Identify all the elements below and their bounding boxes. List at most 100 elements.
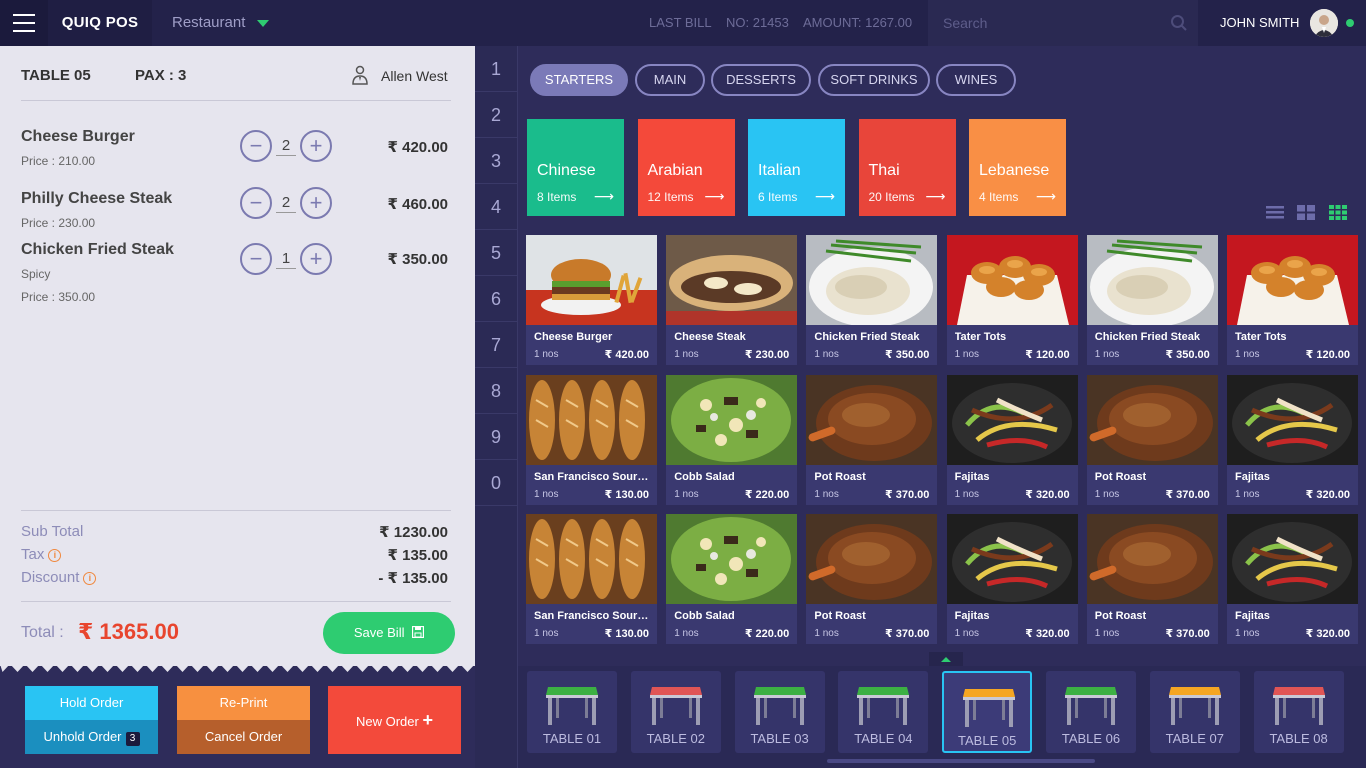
product-name: Fajitas xyxy=(1235,470,1270,483)
table-table-04[interactable]: TABLE 04 xyxy=(838,671,929,753)
increase-qty-button[interactable]: + xyxy=(300,130,332,162)
product-card[interactable]: Pot Roast 1 nos ₹ 370.00 xyxy=(1086,514,1218,644)
chevron-up-icon[interactable] xyxy=(929,652,963,666)
product-card[interactable]: Pot Roast 1 nos ₹ 370.00 xyxy=(806,374,938,505)
table-table-01[interactable]: TABLE 01 xyxy=(527,671,617,753)
tab-main[interactable]: MAIN xyxy=(635,64,705,96)
product-card[interactable]: Fajitas 1 nos ₹ 320.00 xyxy=(1227,514,1358,644)
arrow-right-icon: ⟶ xyxy=(704,188,725,204)
arrow-right-icon: ⟶ xyxy=(593,188,614,204)
cancel-order-button[interactable]: Cancel Order xyxy=(177,720,310,754)
table-table-03[interactable]: TABLE 03 xyxy=(734,671,825,753)
product-price: ₹ 220.00 xyxy=(744,628,790,640)
tables-scrollbar[interactable] xyxy=(827,759,1095,763)
tab-starters[interactable]: STARTERS xyxy=(530,64,628,96)
cuisine-tile-thai[interactable]: Thai 20 Items ⟶ xyxy=(858,119,956,216)
total-value: ₹ 1365.00 xyxy=(78,619,179,644)
increase-qty-button[interactable]: + xyxy=(300,243,332,275)
product-card[interactable]: Fajitas 1 nos ₹ 320.00 xyxy=(946,374,1078,505)
numpad-key-2[interactable]: 2 xyxy=(475,92,517,138)
search-input[interactable] xyxy=(943,12,1163,34)
product-qty: 1 nos xyxy=(954,488,980,500)
tab-desserts[interactable]: DESSERTS xyxy=(711,64,811,96)
cuisine-name: Thai xyxy=(868,162,900,179)
product-image xyxy=(946,374,1078,465)
small-grid-view-icon[interactable] xyxy=(1329,205,1347,220)
product-card[interactable]: Chicken Fried Steak 1 nos ₹ 350.00 xyxy=(1086,235,1218,365)
tab-soft-drinks[interactable]: SOFT DRINKS xyxy=(818,64,930,96)
decrease-qty-button[interactable]: − xyxy=(240,243,272,275)
save-bill-button[interactable]: Save Bill xyxy=(323,612,455,654)
list-view-icon[interactable] xyxy=(1266,205,1284,220)
product-card[interactable]: Chicken Fried Steak 1 nos ₹ 350.00 xyxy=(806,235,938,365)
product-card[interactable]: Fajitas 1 nos ₹ 320.00 xyxy=(946,514,1078,644)
large-grid-view-icon[interactable] xyxy=(1297,205,1315,220)
numpad-key-6[interactable]: 6 xyxy=(475,276,517,322)
numpad-key-9[interactable]: 9 xyxy=(475,414,517,460)
numpad-key-8[interactable]: 8 xyxy=(475,368,517,414)
product-card[interactable]: Cheese Burger 1 nos ₹ 420.00 xyxy=(526,235,657,365)
product-card[interactable]: Cheese Steak 1 nos ₹ 230.00 xyxy=(666,235,798,365)
numpad-key-5[interactable]: 5 xyxy=(475,230,517,276)
table-table-08[interactable]: TABLE 08 xyxy=(1253,671,1344,753)
product-image xyxy=(946,235,1078,325)
table-table-07[interactable]: TABLE 07 xyxy=(1149,671,1240,753)
product-image xyxy=(1227,514,1358,604)
qty-value[interactable]: 2 xyxy=(276,137,296,156)
search-box xyxy=(928,0,1198,46)
cuisine-tile-lebanese[interactable]: Lebanese 4 Items ⟶ xyxy=(969,119,1066,216)
table-icon xyxy=(649,687,702,725)
product-name: Cheese Steak xyxy=(674,331,746,343)
numpad-key-7[interactable]: 7 xyxy=(475,322,517,368)
decrease-qty-button[interactable]: − xyxy=(240,187,272,219)
hold-order-button[interactable]: Hold Order xyxy=(25,686,158,720)
numpad-key-4[interactable]: 4 xyxy=(475,184,517,230)
info-icon[interactable]: i xyxy=(48,549,62,562)
product-name: Chicken Fried Steak xyxy=(1094,331,1200,343)
product-image xyxy=(1086,235,1218,325)
user-name[interactable]: JOHN SMITH xyxy=(1220,0,1299,46)
online-status-dot xyxy=(1346,19,1354,27)
cuisine-tile-italian[interactable]: Italian 6 Items ⟶ xyxy=(748,119,845,216)
cuisine-tile-arabian[interactable]: Arabian 12 Items ⟶ xyxy=(637,119,735,216)
decrease-qty-button[interactable]: − xyxy=(240,130,272,162)
product-card[interactable]: San Francisco Sourdough 1 nos ₹ 130.00 xyxy=(526,514,657,644)
product-card[interactable]: Pot Roast 1 nos ₹ 370.00 xyxy=(1086,374,1218,505)
product-card[interactable]: Cobb Salad 1 nos ₹ 220.00 xyxy=(666,514,798,644)
reprint-button[interactable]: Re-Print xyxy=(177,686,310,720)
numpad-key-0[interactable]: 0 xyxy=(475,460,517,506)
numpad-key-1[interactable]: 1 xyxy=(475,46,517,92)
discount-label: Discount xyxy=(21,569,80,586)
table-table-02[interactable]: TABLE 02 xyxy=(630,671,721,753)
info-icon[interactable]: i xyxy=(83,572,97,585)
numpad-key-3[interactable]: 3 xyxy=(475,138,517,184)
table-label: TABLE 02 xyxy=(646,731,705,746)
qty-value[interactable]: 1 xyxy=(276,250,296,269)
product-card[interactable]: Tater Tots 1 nos ₹ 120.00 xyxy=(1227,235,1358,365)
cuisine-tile-chinese[interactable]: Chinese 8 Items ⟶ xyxy=(527,119,624,216)
search-icon[interactable] xyxy=(1170,14,1188,32)
tax-label-row: Tax i xyxy=(21,546,62,563)
avatar[interactable] xyxy=(1310,9,1338,37)
product-card[interactable]: Tater Tots 1 nos ₹ 120.00 xyxy=(946,235,1078,365)
new-order-button[interactable]: New Order + xyxy=(328,686,461,754)
menu-icon[interactable] xyxy=(0,0,48,46)
product-qty: 1 nos xyxy=(1094,349,1120,360)
product-card[interactable]: Fajitas 1 nos ₹ 320.00 xyxy=(1227,374,1358,505)
venue-selector[interactable]: Restaurant xyxy=(172,0,245,46)
table-table-06[interactable]: TABLE 06 xyxy=(1046,671,1136,753)
table-table-05[interactable]: TABLE 05 xyxy=(942,671,1033,753)
product-price: ₹ 120.00 xyxy=(1305,349,1350,361)
product-name: Fajitas xyxy=(954,470,990,483)
product-card[interactable]: San Francisco Sourdough 1 nos ₹ 130.00 xyxy=(526,374,657,505)
qty-value[interactable]: 2 xyxy=(276,194,296,213)
product-card[interactable]: Cobb Salad 1 nos ₹ 220.00 xyxy=(666,374,798,505)
chevron-down-icon[interactable] xyxy=(257,20,269,27)
product-card[interactable]: Pot Roast 1 nos ₹ 370.00 xyxy=(806,514,938,644)
unhold-order-button[interactable]: Unhold Order 3 xyxy=(25,720,158,754)
product-image xyxy=(1086,374,1218,465)
tab-wines[interactable]: WINES xyxy=(936,64,1016,96)
increase-qty-button[interactable]: + xyxy=(300,187,332,219)
product-name: Pot Roast xyxy=(814,610,866,622)
product-qty: 1 nos xyxy=(534,628,559,639)
